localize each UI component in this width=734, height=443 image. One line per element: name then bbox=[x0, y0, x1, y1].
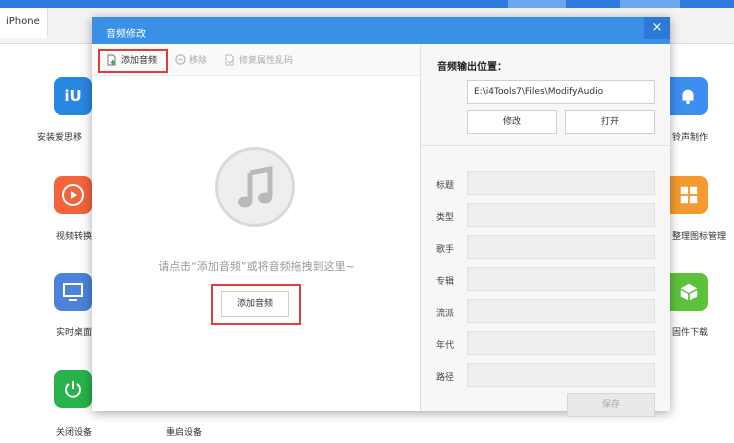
artist-field[interactable] bbox=[467, 235, 655, 259]
dialog-title: 音频修改 bbox=[106, 29, 146, 40]
power-icon bbox=[65, 381, 81, 398]
reboot-label: 重启设备 bbox=[166, 428, 203, 438]
title-label: 标题 bbox=[436, 181, 455, 191]
open-button[interactable]: 打开 bbox=[565, 110, 655, 134]
save-button[interactable]: 保存 bbox=[567, 393, 655, 417]
year-field[interactable] bbox=[467, 331, 655, 355]
realtime-desktop-tile[interactable] bbox=[54, 273, 92, 311]
ringtone-tile[interactable] bbox=[668, 77, 708, 115]
path-label: 路径 bbox=[436, 373, 455, 383]
icon-manage-tile[interactable] bbox=[670, 176, 708, 214]
icon-manage-label: 整理图标管理 bbox=[672, 232, 727, 242]
fix-file-icon bbox=[225, 54, 235, 65]
album-field[interactable] bbox=[467, 267, 655, 291]
remove-tool-label: 移除 bbox=[189, 56, 208, 66]
audio-info-panel: 音频输出位置： E:\i4Tools7\Files\ModifyAudio 修改… bbox=[421, 44, 670, 417]
top-bar bbox=[0, 0, 734, 8]
bell-icon bbox=[682, 89, 694, 105]
fix-garbled-tool[interactable]: 修复属性乱码 bbox=[225, 53, 293, 66]
remove-tool[interactable]: 移除 bbox=[175, 53, 207, 66]
video-convert-tile[interactable] bbox=[54, 176, 92, 214]
type-field[interactable] bbox=[467, 203, 655, 227]
music-note-icon bbox=[215, 147, 295, 227]
video-convert-label: 视频转换 bbox=[56, 232, 93, 242]
highlight-frame-button bbox=[211, 284, 301, 325]
title-field[interactable] bbox=[467, 171, 655, 195]
type-label: 类型 bbox=[436, 213, 455, 223]
audio-modify-dialog: 音频修改 × 添加音频 移除 修复属性乱码 请点击“添加音频”或将音频拖拽到这里… bbox=[92, 17, 670, 417]
grid-icon bbox=[680, 186, 698, 204]
i4-app-tile[interactable]: iU bbox=[54, 77, 92, 115]
play-icon bbox=[62, 184, 84, 206]
path-field[interactable] bbox=[467, 363, 655, 387]
box-icon bbox=[680, 283, 698, 301]
album-label: 专辑 bbox=[436, 277, 455, 287]
shutdown-label: 关闭设备 bbox=[56, 428, 93, 438]
year-label: 年代 bbox=[436, 341, 455, 351]
tab-iphone[interactable]: iPhone bbox=[0, 8, 48, 38]
modify-button[interactable]: 修改 bbox=[467, 110, 557, 134]
toolbar: 添加音频 移除 修复属性乱码 bbox=[92, 44, 420, 76]
firmware-download-tile[interactable] bbox=[670, 273, 708, 311]
divider bbox=[421, 145, 670, 146]
output-path-field[interactable]: E:\i4Tools7\Files\ModifyAudio bbox=[467, 80, 655, 104]
ringtone-label: 铃声制作 bbox=[672, 133, 709, 143]
monitor-icon bbox=[63, 283, 83, 301]
i4-app-label: 安装爱思移 bbox=[37, 133, 83, 143]
i4-logo-icon: iU bbox=[64, 87, 82, 105]
remove-icon bbox=[175, 54, 186, 65]
dialog-titlebar: 音频修改 × bbox=[92, 17, 670, 44]
close-icon: × bbox=[651, 20, 663, 35]
shutdown-tile[interactable] bbox=[54, 370, 92, 408]
output-location-label: 音频输出位置： bbox=[437, 62, 507, 73]
highlight-frame-toolbar bbox=[98, 49, 168, 73]
audio-list-panel: 添加音频 移除 修复属性乱码 请点击“添加音频”或将音频拖拽到这里~ 添加音频 bbox=[92, 44, 421, 411]
firmware-download-label: 固件下载 bbox=[672, 328, 709, 338]
artist-label: 歌手 bbox=[436, 245, 455, 255]
realtime-desktop-label: 实时桌面 bbox=[56, 328, 93, 338]
fix-garbled-tool-label: 修复属性乱码 bbox=[239, 56, 294, 66]
genre-label: 流派 bbox=[436, 309, 455, 319]
drop-hint: 请点击“添加音频”或将音频拖拽到这里~ bbox=[158, 260, 355, 273]
genre-field[interactable] bbox=[467, 299, 655, 323]
close-button[interactable]: × bbox=[644, 17, 670, 39]
